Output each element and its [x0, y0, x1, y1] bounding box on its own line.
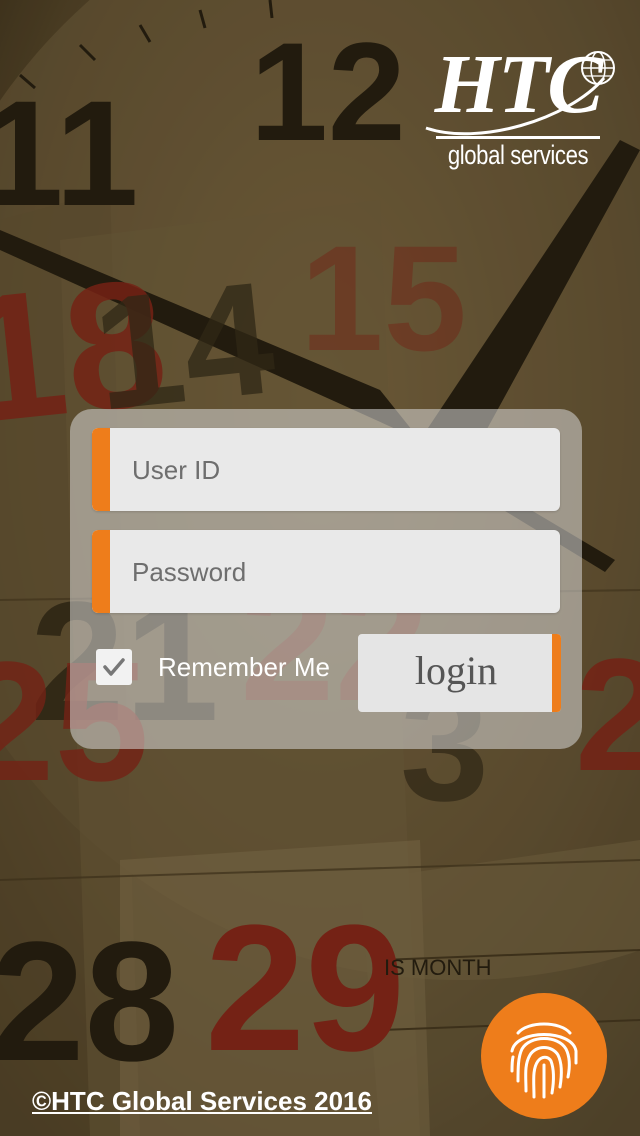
password-field[interactable]	[92, 530, 560, 613]
login-button-label: login	[414, 648, 498, 693]
user-id-input[interactable]	[130, 428, 554, 511]
login-panel: Remember Me login	[70, 409, 582, 749]
brand-logo: HTC global services	[418, 40, 618, 180]
logo-divider	[436, 136, 600, 139]
fingerprint-icon	[510, 1022, 578, 1099]
logo-tagline: global services	[447, 140, 589, 170]
copyright-link[interactable]: ©HTC Global Services 2016	[32, 1086, 372, 1117]
fingerprint-login-button[interactable]	[481, 993, 607, 1119]
user-id-accent-bar	[92, 428, 110, 511]
password-accent-bar	[92, 530, 110, 613]
remember-me-label: Remember Me	[158, 651, 330, 682]
user-id-field[interactable]	[92, 428, 560, 511]
login-accent-bar	[552, 634, 561, 712]
password-input[interactable]	[130, 530, 554, 613]
remember-me-toggle[interactable]: Remember Me	[96, 649, 330, 685]
login-button[interactable]: login	[358, 634, 561, 712]
checkmark-icon	[103, 658, 125, 676]
remember-me-checkbox[interactable]	[96, 649, 132, 685]
globe-icon	[581, 51, 615, 85]
